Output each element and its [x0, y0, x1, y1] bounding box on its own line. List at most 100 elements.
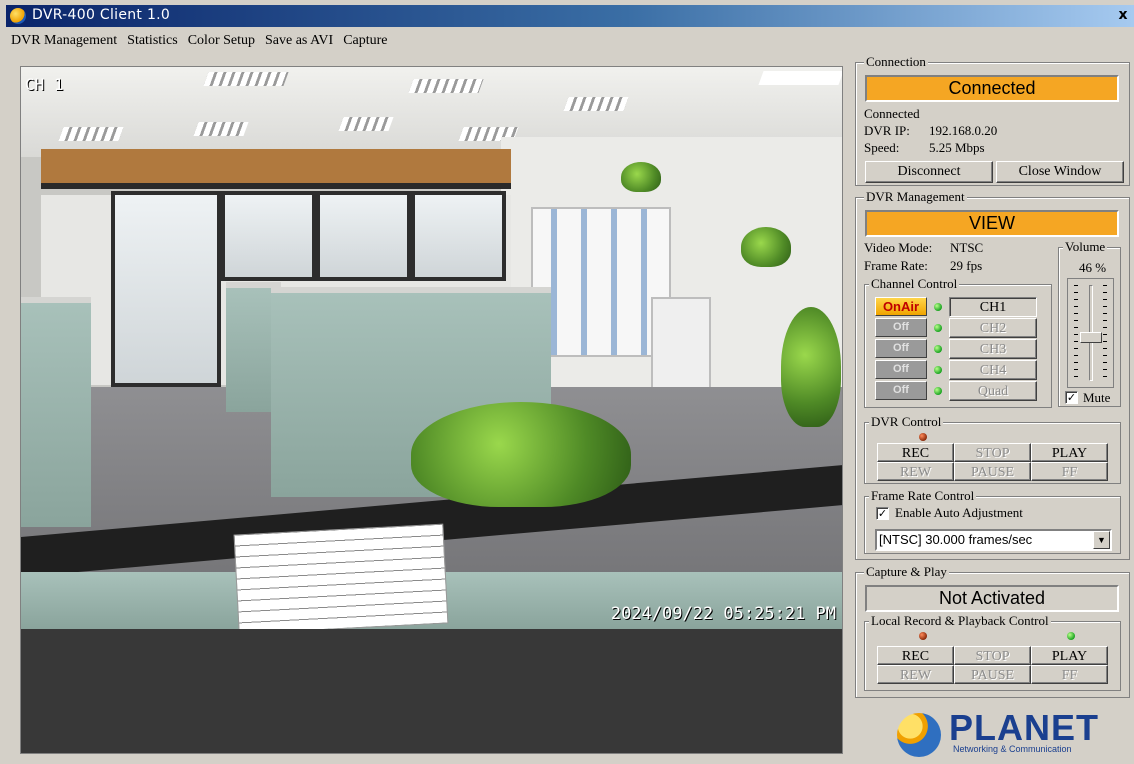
dvr-ip-value: 192.168.0.20 — [929, 123, 998, 138]
feed-ceiling-light — [58, 127, 124, 141]
feed-paper-sheet — [233, 523, 449, 629]
logo-tagline: Networking & Communication — [953, 744, 1072, 754]
volume-legend: Volume — [1063, 239, 1108, 254]
volume-group: Volume 46 % ✓ Mute — [1058, 240, 1121, 407]
dvr-pause-button[interactable]: PAUSE — [954, 462, 1031, 481]
channel-state-button[interactable]: OnAir — [875, 297, 927, 316]
feed-cabinet — [651, 297, 711, 397]
window-title: DVR-400 Client 1.0 — [32, 7, 171, 23]
video-mode-value: NTSC — [950, 240, 984, 255]
channel-control-group: Channel Control OnAir CH1 Off CH2 Off CH3 Off C… — [864, 277, 1052, 408]
feed-ceiling-light — [193, 122, 249, 136]
channel-state-button[interactable]: Off — [875, 339, 927, 358]
frame-rate-control-legend: Frame Rate Control — [869, 488, 977, 503]
channel-status-led — [934, 366, 942, 374]
view-mode-bar: VIEW — [865, 210, 1119, 237]
feed-glass-window — [411, 191, 506, 281]
frame-rate-control-group: Frame Rate Control ✓ Enable Auto Adjustm… — [864, 489, 1121, 554]
feed-glass-window — [316, 191, 411, 281]
menu-save-as-avi[interactable]: Save as AVI — [260, 31, 338, 51]
connection-text: Connected — [864, 106, 920, 121]
feed-glass-window — [221, 191, 316, 281]
auto-adjust-checkbox[interactable]: ✓ — [876, 507, 889, 520]
feed-plant-right — [781, 307, 841, 427]
frame-rate-select[interactable]: [NTSC] 30.000 frames/sec ▼ — [875, 529, 1112, 551]
video-mode-label: Video Mode: — [864, 240, 933, 255]
frame-rate-select-value: [NTSC] 30.000 frames/sec — [879, 532, 1033, 547]
mute-label: Mute — [1083, 390, 1111, 405]
local-rew-button[interactable]: REW — [877, 665, 954, 684]
menu-statistics[interactable]: Statistics — [122, 31, 183, 51]
app-icon — [10, 8, 26, 24]
feed-cubicle-left — [21, 297, 91, 527]
local-play-button[interactable]: PLAY — [1031, 646, 1108, 665]
channel-status-led — [934, 303, 942, 311]
local-play-led — [1067, 632, 1075, 640]
channel-select-button[interactable]: CH4 — [949, 360, 1037, 380]
menu-color-setup[interactable]: Color Setup — [183, 31, 260, 51]
feed-plant-top — [621, 162, 661, 192]
feed-ceiling-light — [758, 71, 842, 85]
channel-select-button[interactable]: Quad — [949, 381, 1037, 401]
channel-state-button[interactable]: Off — [875, 381, 927, 400]
channel-select-button[interactable]: CH2 — [949, 318, 1037, 338]
close-window-icon[interactable]: x — [1114, 6, 1132, 24]
local-stop-button[interactable]: STOP — [954, 646, 1031, 665]
disconnect-button[interactable]: Disconnect — [865, 161, 993, 183]
frame-rate-value: 29 fps — [950, 258, 983, 273]
menu-dvr-management[interactable]: DVR Management — [6, 31, 122, 51]
channel-control-legend: Channel Control — [869, 276, 960, 291]
capture-play-legend: Capture & Play — [864, 564, 949, 579]
volume-thumb[interactable] — [1080, 331, 1102, 343]
local-ff-button[interactable]: FF — [1031, 665, 1108, 684]
feed-glass-door — [111, 191, 221, 387]
feed-wood-band — [41, 149, 511, 189]
menu-bar: DVR Management Statistics Color Setup Save … — [6, 31, 846, 53]
dvr-rec-button[interactable]: REC — [877, 443, 954, 462]
volume-ticks-right — [1103, 285, 1107, 381]
rec-indicator-led — [919, 433, 927, 441]
dvr-ff-button[interactable]: FF — [1031, 462, 1108, 481]
dvr-ip-label: DVR IP: — [864, 123, 910, 138]
dvr-play-button[interactable]: PLAY — [1031, 443, 1108, 462]
video-empty-area — [21, 629, 842, 753]
dvr-control-group: DVR Control REC STOP PLAY REW PAUSE FF — [864, 415, 1121, 484]
channel-status-led — [934, 387, 942, 395]
channel-overlay: CH 1 — [25, 75, 64, 94]
mute-checkbox[interactable]: ✓ — [1065, 391, 1078, 404]
dvr-management-group: DVR Management VIEW Video Mode: NTSC Fra… — [855, 190, 1130, 560]
camera-feed: CH 1 2024/09/22 05:25:21 PM — [21, 67, 842, 629]
local-record-group: Local Record & Playback Control REC STOP… — [864, 614, 1121, 691]
dvr-stop-button[interactable]: STOP — [954, 443, 1031, 462]
dvr-rew-button[interactable]: REW — [877, 462, 954, 481]
connection-group: Connection Connected Connected DVR IP: 1… — [855, 55, 1130, 186]
channel-state-button[interactable]: Off — [875, 360, 927, 379]
menu-capture[interactable]: Capture — [338, 31, 392, 51]
feed-plant-front — [411, 402, 631, 507]
dvr-control-legend: DVR Control — [869, 414, 944, 429]
feed-ceiling-light — [338, 117, 394, 131]
feed-bookshelf — [531, 207, 671, 357]
local-rec-led — [919, 632, 927, 640]
capture-play-group: Capture & Play Not Activated Local Recor… — [855, 565, 1130, 698]
video-viewport[interactable]: CH 1 2024/09/22 05:25:21 PM — [20, 66, 843, 754]
close-window-button[interactable]: Close Window — [996, 161, 1124, 183]
channel-select-button[interactable]: CH3 — [949, 339, 1037, 359]
timestamp-overlay: 2024/09/22 05:25:21 PM — [610, 604, 836, 624]
volume-value: 46 % — [1079, 260, 1107, 275]
feed-plant-top — [741, 227, 791, 267]
dvr-management-legend: DVR Management — [864, 189, 967, 204]
planet-globe-icon — [897, 713, 941, 757]
connection-status-bar: Connected — [865, 75, 1119, 102]
feed-ceiling-light — [408, 79, 484, 93]
channel-state-button[interactable]: Off — [875, 318, 927, 337]
speed-label: Speed: — [864, 140, 900, 155]
channel-select-button[interactable]: CH1 — [949, 297, 1037, 317]
local-rec-button[interactable]: REC — [877, 646, 954, 665]
feed-ceiling-light — [203, 72, 289, 86]
chevron-down-icon[interactable]: ▼ — [1093, 531, 1110, 549]
planet-logo: PLANET Networking & Communication — [897, 707, 1107, 759]
volume-slider[interactable] — [1067, 278, 1114, 388]
local-pause-button[interactable]: PAUSE — [954, 665, 1031, 684]
local-record-legend: Local Record & Playback Control — [869, 613, 1051, 628]
